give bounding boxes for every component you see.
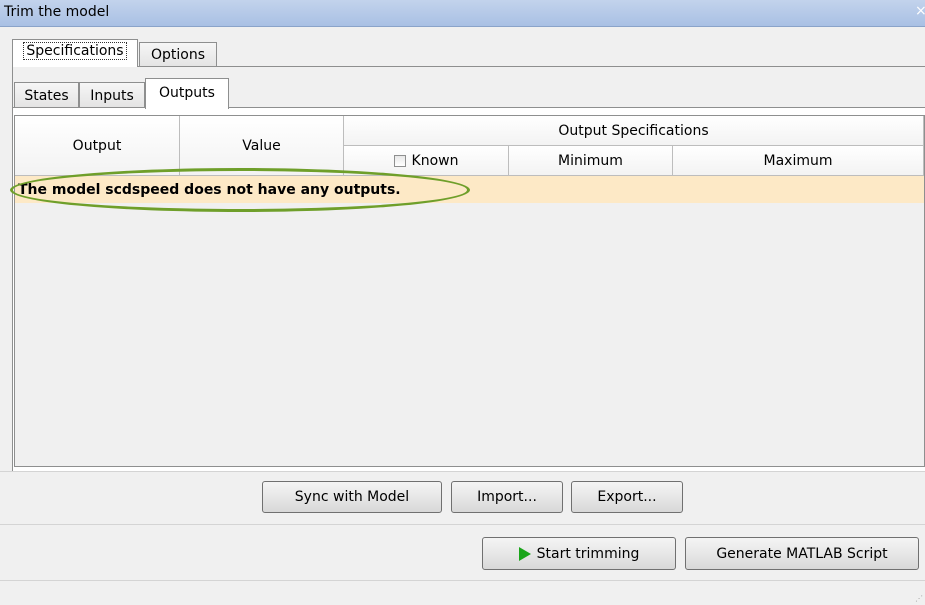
generate-matlab-script-button[interactable]: Generate MATLAB Script	[685, 537, 919, 570]
no-outputs-message: The model scdspeed does not have any out…	[18, 182, 401, 198]
title-bar[interactable]: Trim the model ×	[0, 0, 925, 27]
column-header-maximum-label: Maximum	[763, 152, 833, 169]
tab-outputs-label: Outputs	[159, 85, 215, 101]
column-header-value-label: Value	[242, 137, 281, 154]
start-trimming-label: Start trimming	[536, 545, 640, 562]
separator-top	[0, 471, 925, 472]
import-button[interactable]: Import...	[451, 481, 563, 513]
tab-options-label: Options	[150, 47, 206, 63]
tab-states[interactable]: States	[14, 82, 79, 108]
sync-with-model-button[interactable]: Sync with Model	[262, 481, 442, 513]
tab-states-label: States	[24, 88, 69, 104]
close-icon[interactable]: ×	[915, 3, 925, 19]
column-header-output-label: Output	[72, 137, 122, 154]
sync-with-model-label: Sync with Model	[294, 489, 410, 505]
known-checkbox[interactable]	[393, 154, 406, 167]
column-header-minimum-label: Minimum	[558, 152, 623, 169]
generate-matlab-script-label: Generate MATLAB Script	[716, 545, 888, 562]
start-trimming-button[interactable]: Start trimming	[482, 537, 676, 570]
import-label: Import...	[477, 489, 537, 505]
resize-grip-icon[interactable]: ⋰	[915, 594, 923, 603]
column-group-output-specifications: Output Specifications	[344, 116, 924, 146]
column-group-label: Output Specifications	[558, 122, 709, 139]
export-label: Export...	[597, 489, 657, 505]
export-button[interactable]: Export...	[571, 481, 683, 513]
column-header-known[interactable]: Known	[344, 146, 509, 176]
no-outputs-message-row: The model scdspeed does not have any out…	[15, 176, 924, 203]
tab-specifications-label: Specifications	[23, 42, 127, 60]
column-header-value[interactable]: Value	[180, 116, 344, 176]
separator-middle	[0, 524, 925, 525]
column-header-output[interactable]: Output	[15, 116, 180, 176]
tab-inputs[interactable]: Inputs	[79, 82, 145, 108]
play-icon	[518, 546, 531, 561]
trim-dialog: Trim the model × Specifications Options …	[0, 0, 925, 605]
column-header-maximum[interactable]: Maximum	[673, 146, 924, 176]
column-header-minimum[interactable]: Minimum	[509, 146, 673, 176]
tab-specifications[interactable]: Specifications	[12, 39, 138, 67]
tab-options[interactable]: Options	[139, 42, 217, 67]
separator-bottom	[0, 580, 925, 581]
tab-outputs[interactable]: Outputs	[145, 78, 229, 109]
window-title: Trim the model	[4, 4, 110, 20]
tab-inputs-label: Inputs	[90, 88, 134, 104]
column-header-known-label: Known	[411, 152, 459, 169]
